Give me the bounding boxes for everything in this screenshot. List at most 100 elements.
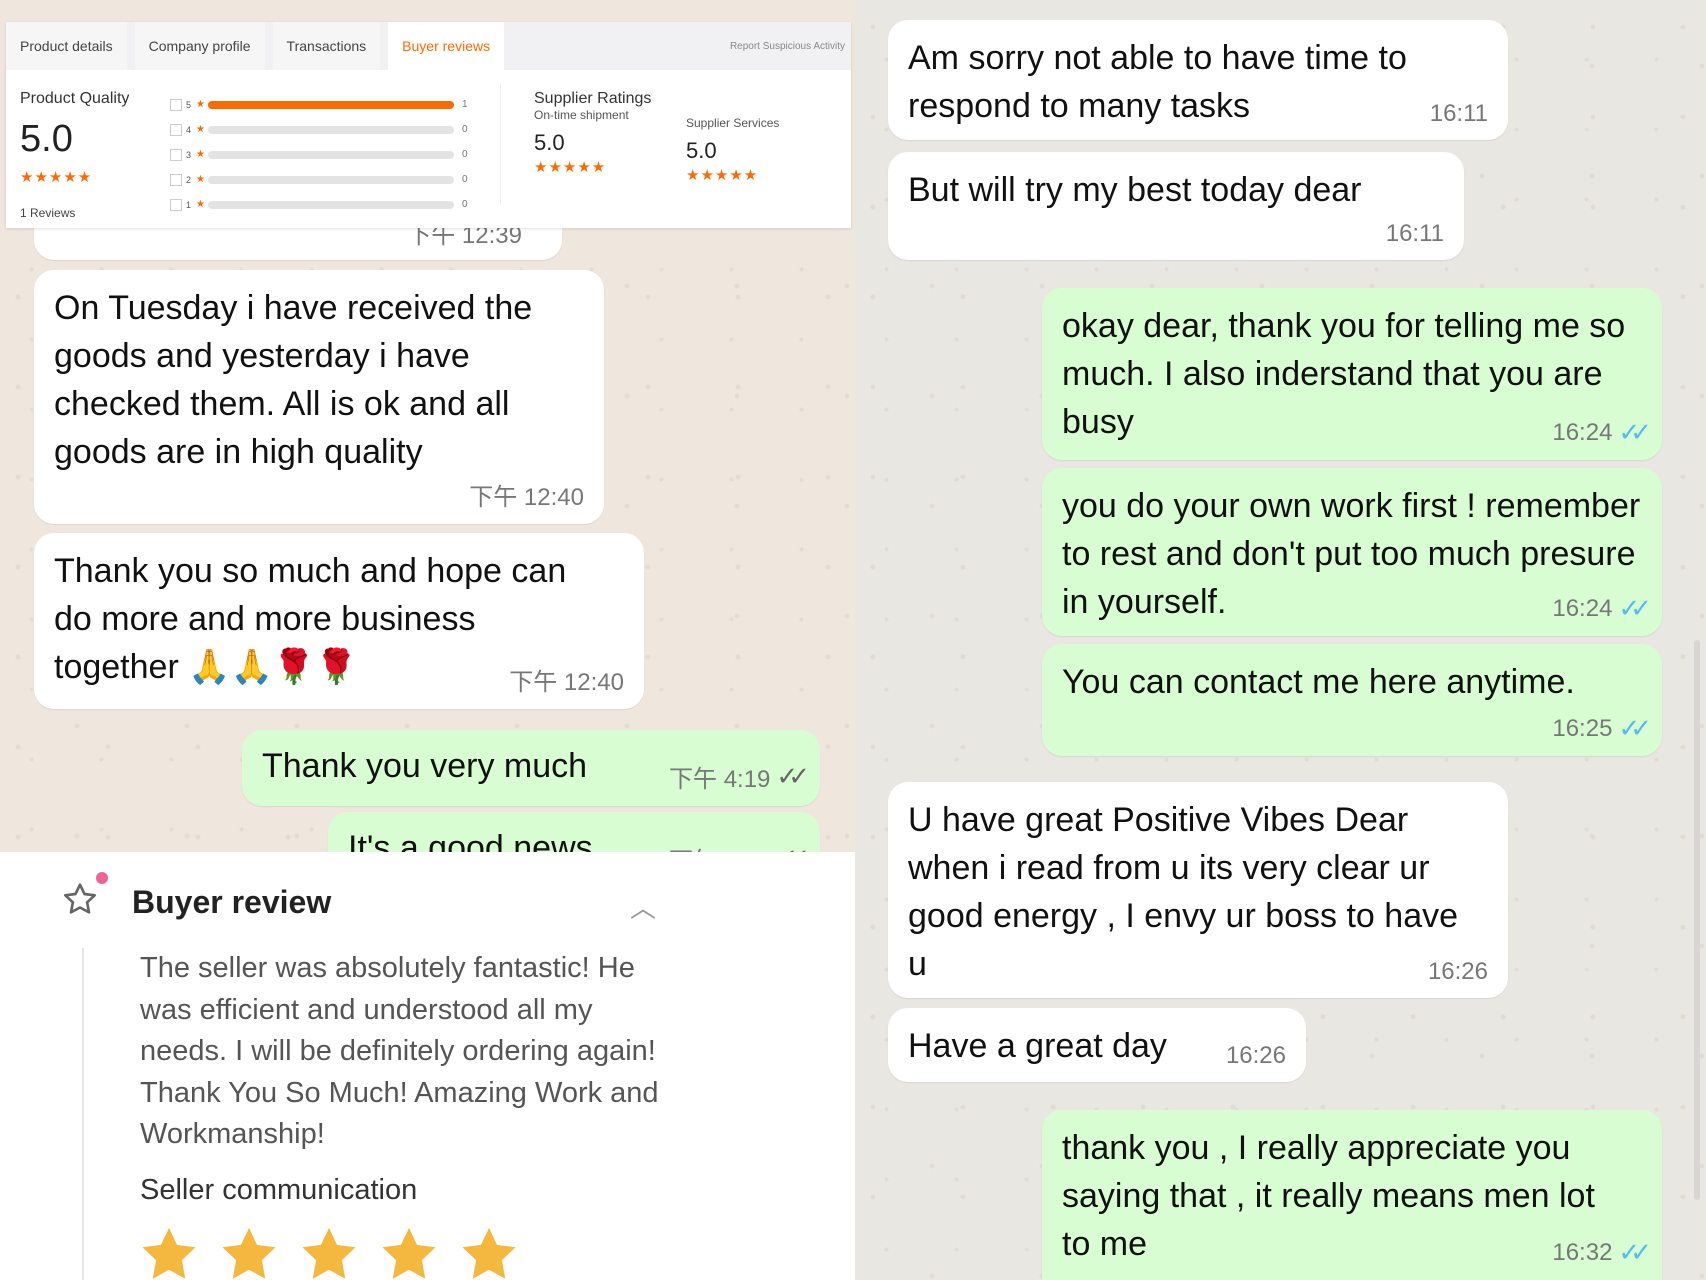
chat-message-in: Have a great day 16:26 bbox=[888, 1008, 1306, 1082]
ontime-shipment-rating: On-time shipment 5.0 ★★★★★ bbox=[534, 108, 629, 176]
chat-message-out: you do your own work first ! remember to… bbox=[1042, 468, 1662, 636]
review-summary-card: Product details Company profile Transact… bbox=[6, 22, 851, 228]
rating-bar-fill bbox=[208, 100, 454, 109]
chat-message-out: It's a good news 下午 4:19✓✓ bbox=[328, 812, 820, 852]
message-text: You can contact me here anytime. bbox=[1062, 663, 1575, 701]
review-body: The seller was absolutely fantastic! He … bbox=[140, 952, 659, 1150]
star-rating-icon: ★★★★★ bbox=[534, 159, 607, 176]
star-filled-icon bbox=[302, 1227, 356, 1279]
chat-left-panel: 下午 12:39 On Tuesday i have received the … bbox=[0, 0, 855, 852]
double-check-icon: ✓✓ bbox=[1618, 593, 1651, 623]
rating-bar-track bbox=[208, 175, 454, 184]
chevron-up-icon[interactable]: ︿ bbox=[630, 888, 656, 925]
rating-bar-star-label: 4 bbox=[186, 124, 192, 135]
message-text: U have great Positive Vibes Dear when i … bbox=[908, 801, 1459, 983]
tab-buyer-reviews[interactable]: Buyer reviews bbox=[388, 22, 505, 70]
seller-communication-rating bbox=[138, 1224, 520, 1280]
message-text: Thank you so much and hope can do more a… bbox=[54, 552, 567, 686]
tab-bar: Product details Company profile Transact… bbox=[6, 22, 851, 70]
ontime-score: 5.0 bbox=[534, 130, 565, 155]
chat-message-in: Thank you so much and hope can do more a… bbox=[34, 533, 644, 709]
tab-product-details[interactable]: Product details bbox=[6, 22, 127, 70]
message-time: 16:24 bbox=[1552, 594, 1613, 622]
review-count: 1 Reviews bbox=[20, 206, 76, 220]
rating-bar-track bbox=[208, 200, 454, 209]
star-filled-icon bbox=[142, 1227, 196, 1279]
rating-bar-count: 1 bbox=[462, 99, 468, 110]
product-quality-score: 5.0 bbox=[20, 118, 73, 160]
star-rating-icon: ★★★★★ bbox=[20, 169, 93, 186]
message-time: 16:32 bbox=[1552, 1238, 1613, 1266]
double-check-icon: ✓✓ bbox=[776, 843, 809, 852]
services-label: Supplier Services bbox=[686, 116, 780, 130]
message-time: 16:24 bbox=[1552, 418, 1613, 446]
rating-bar-count: 0 bbox=[462, 174, 468, 185]
star-filled-icon bbox=[222, 1227, 276, 1279]
rating-bar-row: 2 ★ 0 bbox=[170, 167, 480, 192]
star-rating-icon: ★★★★★ bbox=[686, 167, 759, 184]
rating-bar-star-label: 3 bbox=[186, 149, 192, 160]
message-time: 下午 12:40 bbox=[509, 669, 624, 696]
buyer-review-title: Buyer review bbox=[132, 884, 332, 920]
double-check-icon: ✓✓ bbox=[1618, 713, 1651, 743]
rating-bar-row: 4 ★ 0 bbox=[170, 117, 480, 142]
rating-bar-track bbox=[208, 100, 454, 109]
rating-bar-count: 0 bbox=[462, 149, 468, 160]
rating-bar-star-label: 1 bbox=[186, 199, 192, 210]
supplier-ratings-label: Supplier Ratings bbox=[534, 90, 652, 107]
rating-bar-count: 0 bbox=[462, 199, 468, 210]
double-check-icon: ✓✓ bbox=[1618, 417, 1651, 447]
chat-message-out: You can contact me here anytime. 16:25 ✓✓ bbox=[1042, 644, 1662, 756]
rating-filter-checkbox[interactable] bbox=[170, 123, 182, 136]
rating-bar-count: 0 bbox=[462, 124, 468, 135]
chat-message-out: okay dear, thank you for telling me so m… bbox=[1042, 288, 1662, 460]
star-filled-icon bbox=[382, 1227, 436, 1279]
notification-dot bbox=[96, 872, 108, 884]
message-text: Am sorry not able to have time to respon… bbox=[908, 39, 1407, 125]
message-time: 下午 4:19 bbox=[669, 841, 770, 852]
chat-message-in: Am sorry not able to have time to respon… bbox=[888, 20, 1508, 140]
message-text: thank you , I really appreciate you sayi… bbox=[1062, 1129, 1595, 1263]
star-filled-icon bbox=[462, 1227, 516, 1279]
star-icon: ★ bbox=[196, 149, 205, 160]
star-icon: ★ bbox=[196, 174, 205, 185]
rating-filter-checkbox[interactable] bbox=[170, 148, 182, 161]
chat-message-in: U have great Positive Vibes Dear when i … bbox=[888, 782, 1508, 998]
star-icon: ★ bbox=[196, 124, 205, 135]
product-quality-label: Product Quality bbox=[20, 90, 130, 107]
rating-bar-track bbox=[208, 150, 454, 159]
buyer-review-card: Buyer review ︿ The seller was absolutely… bbox=[0, 852, 855, 1280]
rating-distribution: 5 ★ 1 4 ★ 0 3 ★ 0 2 ★ 0 1 ★ 0 bbox=[170, 92, 480, 217]
supplier-services-rating: Supplier Services 5.0 ★★★★★ bbox=[686, 116, 779, 184]
rating-filter-checkbox[interactable] bbox=[170, 173, 182, 186]
double-check-icon: ✓✓ bbox=[1618, 1237, 1651, 1267]
collage: 下午 12:39 On Tuesday i have received the … bbox=[0, 0, 1706, 1280]
message-time: 16:11 bbox=[1429, 100, 1488, 127]
double-check-icon: ✓✓ bbox=[776, 761, 809, 791]
rating-bar-star-label: 5 bbox=[186, 99, 192, 110]
chat-message-in: But will try my best today dear 16:11 bbox=[888, 152, 1464, 260]
star-outline-icon bbox=[63, 883, 96, 914]
message-time: 16:11 bbox=[1385, 220, 1444, 247]
message-text: On Tuesday i have received the goods and… bbox=[54, 289, 533, 471]
message-text: But will try my best today dear bbox=[908, 171, 1362, 209]
tab-company-profile[interactable]: Company profile bbox=[134, 22, 265, 70]
report-link[interactable]: Report Suspicious Activity bbox=[730, 41, 851, 52]
rating-filter-checkbox[interactable] bbox=[170, 98, 182, 111]
rating-bar-track bbox=[208, 125, 454, 134]
rating-bar-row: 3 ★ 0 bbox=[170, 142, 480, 167]
rating-filter-checkbox[interactable] bbox=[170, 198, 182, 211]
chat-message-out: thank you , I really appreciate you sayi… bbox=[1042, 1110, 1662, 1280]
chat-message-in: On Tuesday i have received the goods and… bbox=[34, 270, 604, 524]
scrollbar[interactable] bbox=[1694, 640, 1700, 1200]
message-time: 下午 12:40 bbox=[469, 484, 584, 511]
message-time: 16:25 bbox=[1552, 714, 1613, 742]
star-icon: ★ bbox=[196, 199, 205, 210]
rating-bar-row: 1 ★ 0 bbox=[170, 192, 480, 217]
tab-transactions[interactable]: Transactions bbox=[272, 22, 381, 70]
message-time: 16:26 bbox=[1225, 1042, 1286, 1069]
services-score: 5.0 bbox=[686, 138, 717, 163]
rating-bar-row: 5 ★ 1 bbox=[170, 92, 480, 117]
ontime-label: On-time shipment bbox=[534, 108, 629, 122]
star-icon: ★ bbox=[196, 99, 205, 110]
